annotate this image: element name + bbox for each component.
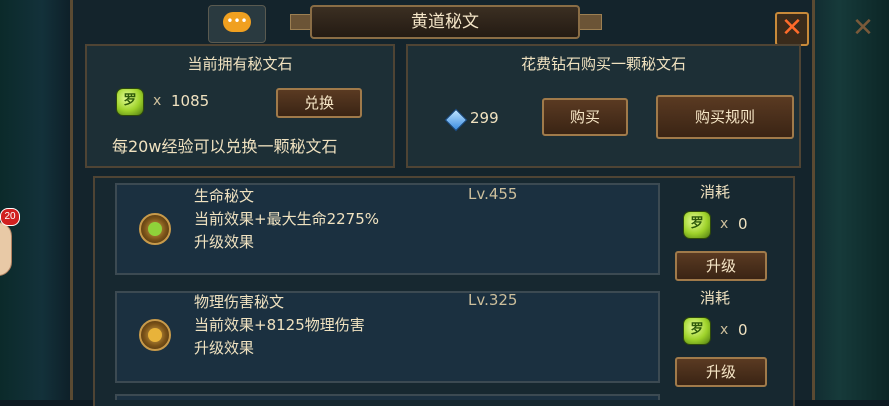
owned-stone-count: 1085 — [171, 92, 210, 110]
cost-label: 消耗 — [700, 183, 731, 201]
rune-level: Lv.455 — [468, 185, 518, 203]
rune-stone-icon: 罗 — [116, 88, 144, 116]
buy-stones-title: 花费钻石购买一颗秘文石 — [520, 55, 686, 73]
window-title: 黄道秘文 — [310, 5, 580, 39]
cost-count: 0 — [738, 215, 748, 233]
background-close-icon: ✕ — [852, 13, 874, 43]
rune-current-effect: 当前效果+8125物理伤害 — [194, 316, 365, 334]
chat-button[interactable]: ••• — [208, 5, 266, 43]
physical-damage-rune-core — [148, 328, 162, 342]
close-icon[interactable]: ✕ — [775, 12, 809, 46]
cost-count: 0 — [738, 321, 748, 339]
physical-damage-rune-icon — [139, 319, 171, 351]
chat-icon: ••• — [223, 12, 251, 32]
rune-level: Lv.325 — [468, 291, 518, 309]
notification-badge: 20 — [0, 208, 20, 226]
rune-current-effect: 当前效果+最大生命2275% — [194, 210, 379, 228]
rune-stone-icon: 罗 — [683, 211, 711, 239]
side-avatar[interactable] — [0, 222, 12, 276]
life-rune-core — [148, 222, 162, 236]
rune-stone-icon: 罗 — [683, 317, 711, 345]
life-rune-icon — [139, 213, 171, 245]
buy-button[interactable]: 购买 — [542, 98, 628, 136]
rune-name: 生命秘文 — [194, 187, 255, 205]
upgrade-button[interactable]: 升级 — [675, 251, 767, 281]
exchange-hint: 每20w经验可以兑换一颗秘文石 — [112, 137, 338, 156]
cost-multiplier: x — [720, 216, 729, 232]
upgrade-button[interactable]: 升级 — [675, 357, 767, 387]
owned-multiplier: x — [153, 93, 162, 109]
rune-upgrade-effect: 升级效果 — [194, 339, 255, 357]
cost-multiplier: x — [720, 322, 729, 338]
cost-label: 消耗 — [700, 289, 731, 307]
buy-rules-button[interactable]: 购买规则 — [656, 95, 794, 139]
rune-name: 物理伤害秘文 — [194, 293, 285, 311]
owned-stones-title: 当前拥有秘文石 — [187, 55, 293, 73]
rune-card-partial — [115, 394, 660, 400]
exchange-button[interactable]: 兑换 — [276, 88, 362, 118]
diamond-count: 299 — [470, 109, 499, 127]
rune-upgrade-effect: 升级效果 — [194, 233, 255, 251]
background-left — [0, 0, 70, 400]
